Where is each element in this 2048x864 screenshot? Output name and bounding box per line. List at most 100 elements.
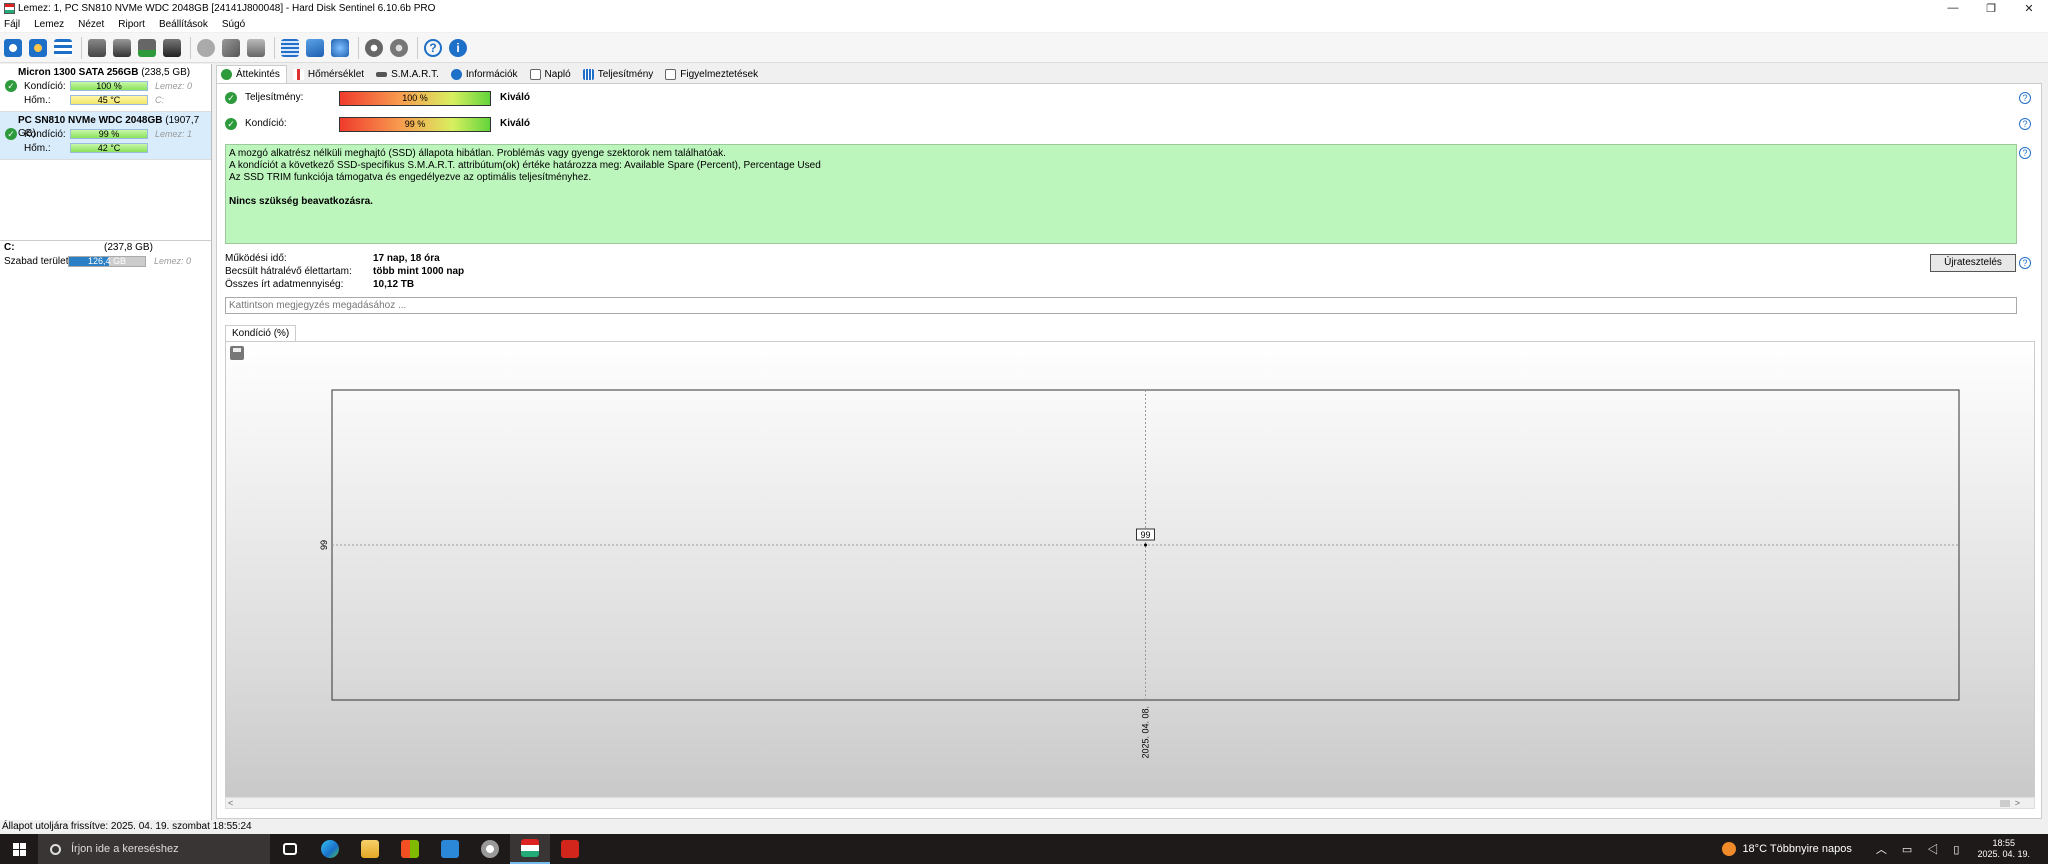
edge-icon <box>321 840 339 858</box>
info-key: Összes írt adatmennyiség: <box>225 279 344 290</box>
disk-settings-button[interactable] <box>245 37 267 59</box>
restore-button[interactable]: ❐ <box>1972 0 2010 16</box>
network-button[interactable] <box>329 37 351 59</box>
disk-gray-button[interactable] <box>195 37 217 59</box>
tools-button[interactable] <box>220 37 242 59</box>
status-line: A kondíciót a következő SSD-specifikus S… <box>229 160 821 171</box>
tab-log[interactable]: Napló <box>526 66 577 83</box>
search-icon <box>50 843 61 855</box>
tab-smart[interactable]: S.M.A.R.T. <box>372 66 445 83</box>
chart-tab-health[interactable]: Kondíció (%) <box>225 325 297 341</box>
data-label: 99 <box>1140 530 1150 540</box>
taskbar-app-store[interactable] <box>390 834 430 864</box>
tab-strip: Áttekintés Hőmérséklet S.M.A.R.T. Inform… <box>216 65 766 83</box>
refresh-button[interactable] <box>2 37 24 59</box>
menu-settings[interactable]: Beállítások <box>159 19 208 30</box>
taskbar-app-hdsentinel[interactable] <box>510 834 550 864</box>
menu-file[interactable]: Fájl <box>4 19 20 30</box>
disk-check-button[interactable] <box>136 37 158 59</box>
scroll-left-icon[interactable]: < <box>228 798 233 808</box>
disk-check-icon <box>138 38 156 57</box>
weather-widget[interactable]: 18°C Többnyire napos <box>1722 842 1852 856</box>
report-button[interactable] <box>279 37 301 59</box>
app-icon <box>4 2 15 14</box>
warning-document-icon <box>665 69 677 80</box>
tools-icon <box>222 38 240 57</box>
performance-value: 100 % <box>402 93 428 103</box>
tab-information[interactable]: Információk <box>447 66 524 83</box>
menu-view[interactable]: Nézet <box>78 19 104 30</box>
retest-button[interactable]: Újratesztelés <box>1930 254 2016 272</box>
disk-erase-button[interactable] <box>161 37 183 59</box>
menu-report[interactable]: Riport <box>118 19 145 30</box>
help-icon: ? <box>424 38 442 57</box>
taskbar-app-tools[interactable] <box>470 834 510 864</box>
volume-disk-index: Lemez: 0 <box>154 256 192 266</box>
chart-container: 99 99 2025. 04. 08. <box>225 341 2035 797</box>
y-tick-label: 99 <box>319 540 329 550</box>
health-rating: Kiváló <box>500 118 531 129</box>
info-value: 10,12 TB <box>373 279 415 290</box>
info-key: Működési idő: <box>225 253 287 264</box>
thermometer-icon <box>292 69 304 80</box>
taskbar-app-explorer[interactable] <box>350 834 390 864</box>
taskbar-app-edge[interactable] <box>310 834 350 864</box>
help-icon[interactable]: ? <box>2019 92 2031 104</box>
title-bar: Lemez: 1, PC SN810 NVMe WDC 2048GB [2414… <box>0 0 2048 16</box>
disk-list-button[interactable] <box>52 37 74 59</box>
health-bar: 99 % <box>339 117 491 132</box>
tab-overview[interactable]: Áttekintés <box>216 65 287 83</box>
help-icon[interactable]: ? <box>2019 147 2031 159</box>
start-button[interactable] <box>0 834 38 864</box>
clock-time: 18:55 <box>1992 838 2015 848</box>
tab-performance[interactable]: Teljesítmény <box>579 66 660 83</box>
toolbar-separator <box>190 36 191 59</box>
bar-chart-icon <box>582 69 594 80</box>
overview-panel: ✓ Teljesítmény: 100 % Kiváló ? ✓ Kondíci… <box>216 83 2042 819</box>
settings-button[interactable] <box>363 37 385 59</box>
task-view-icon <box>283 843 297 855</box>
window-title: Lemez: 1, PC SN810 NVMe WDC 2048GB [2414… <box>18 2 436 14</box>
scroll-right-icon[interactable]: > <box>2015 798 2020 808</box>
scroll-thumb[interactable] <box>2000 800 2010 807</box>
mail-button[interactable] <box>304 37 326 59</box>
info-button[interactable]: i <box>447 37 469 59</box>
menu-disk[interactable]: Lemez <box>34 19 64 30</box>
tab-alerts[interactable]: Figyelmeztetések <box>661 66 764 83</box>
volume-entry[interactable]: C: (237,8 GB) Szabad terület 126,4 GB Le… <box>0 240 211 268</box>
disk-entry[interactable]: Micron 1300 SATA 256GB (238,5 GB) ✓ Kond… <box>0 64 211 112</box>
tab-temperature[interactable]: Hőmérséklet <box>289 66 370 83</box>
disk-entry-selected[interactable]: PC SN810 NVMe WDC 2048GB (1907,7 GB) ✓ K… <box>0 112 211 160</box>
clock[interactable]: 18:55 2025. 04. 19. <box>1977 838 2030 860</box>
taskbar-app-red[interactable] <box>550 834 590 864</box>
settings-alt-button[interactable] <box>388 37 410 59</box>
taskbar-app-mail[interactable] <box>430 834 470 864</box>
taskbar-search[interactable]: Írjon ide a kereséshez <box>38 834 270 864</box>
close-button[interactable]: ✕ <box>2010 0 2048 16</box>
disk-index: Lemez: 1 <box>155 129 193 139</box>
minimize-button[interactable]: — <box>1934 0 1972 16</box>
disk-test-button[interactable] <box>111 37 133 59</box>
chart-scrollbar[interactable]: < > <box>225 797 2035 809</box>
check-icon: ✓ <box>5 80 17 92</box>
status-line: A mozgó alkatrész nélküli meghajtó (SSD)… <box>229 148 726 159</box>
tray-icons[interactable]: ︿ ▭ ◁ ▯ <box>1876 841 1966 857</box>
volume-name: C: <box>4 242 15 253</box>
document-icon <box>529 69 541 80</box>
performance-row: ✓ Teljesítmény: 100 % Kiváló ? <box>217 89 2041 107</box>
health-chart: 99 99 2025. 04. 08. <box>319 389 1960 759</box>
clock-date: 2025. 04. 19. <box>1977 849 2030 859</box>
help-button[interactable]: ? <box>422 37 444 59</box>
refresh-all-button[interactable] <box>27 37 49 59</box>
help-icon[interactable]: ? <box>2019 118 2031 130</box>
network-icon <box>331 38 349 57</box>
menu-help[interactable]: Súgó <box>222 19 245 30</box>
info-icon <box>450 69 462 80</box>
disk-icon <box>88 38 106 57</box>
check-icon: ✓ <box>225 118 237 130</box>
note-input[interactable]: Kattintson megjegyzés megadásához ... <box>225 297 2017 314</box>
task-view-button[interactable] <box>270 834 310 864</box>
help-icon[interactable]: ? <box>2019 257 2031 269</box>
health-bar: 99 % <box>70 129 148 139</box>
disk-button[interactable] <box>86 37 108 59</box>
